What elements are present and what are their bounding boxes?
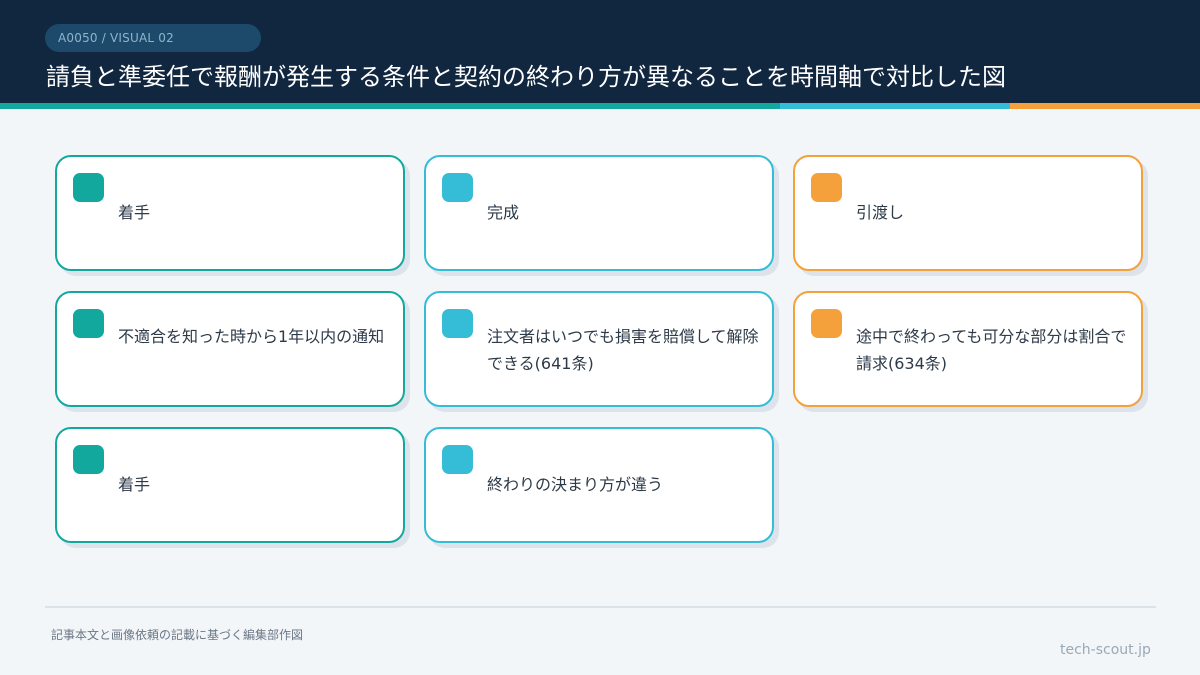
source-note: 記事本文と画像依頼の記載に基づく編集部作図: [51, 628, 304, 642]
card-text: 完成: [487, 203, 520, 222]
accent-stripe-teal: [0, 103, 780, 109]
card-marker-icon: [442, 445, 473, 474]
accent-stripe-cyan: [780, 103, 1010, 109]
card-marker-icon: [811, 309, 842, 338]
card-text: 引渡し: [856, 203, 905, 222]
card-marker-icon: [811, 173, 842, 202]
footer-divider: [45, 606, 1156, 608]
diagram-card: 着手: [55, 155, 405, 271]
diagram-card: 完成: [424, 155, 774, 271]
card-marker-icon: [442, 309, 473, 338]
card-text: 不適合を知った時から1年以内の通知: [118, 327, 385, 346]
card-text: 終わりの決まり方が違う: [487, 475, 664, 494]
card-text: 注文者はいつでも損害を賠償して解除できる(641条): [487, 327, 759, 373]
card-marker-icon: [73, 173, 104, 202]
page-title: 請負と準委任で報酬が発生する条件と契約の終わり方が異なることを時間軸で対比した図: [46, 63, 1006, 91]
card-marker-icon: [73, 445, 104, 474]
accent-stripe-orange: [1010, 103, 1200, 109]
card-text: 着手: [118, 203, 151, 222]
diagram-card: 注文者はいつでも損害を賠償して解除できる(641条): [424, 291, 774, 407]
card-text: 途中で終わっても可分な部分は割合で請求(634条): [856, 327, 1127, 373]
diagram-card: 引渡し: [793, 155, 1143, 271]
diagram-card: 不適合を知った時から1年以内の通知: [55, 291, 405, 407]
site-credit: tech-scout.jp: [1060, 642, 1151, 658]
card-marker-icon: [73, 309, 104, 338]
visual-id-badge: A0050 / VISUAL 02: [45, 24, 261, 52]
card-text: 着手: [118, 475, 151, 494]
diagram-card: 着手: [55, 427, 405, 543]
card-marker-icon: [442, 173, 473, 202]
diagram-card: 途中で終わっても可分な部分は割合で請求(634条): [793, 291, 1143, 407]
diagram-card: 終わりの決まり方が違う: [424, 427, 774, 543]
header-bar: A0050 / VISUAL 02 請負と準委任で報酬が発生する条件と契約の終わ…: [0, 0, 1200, 103]
